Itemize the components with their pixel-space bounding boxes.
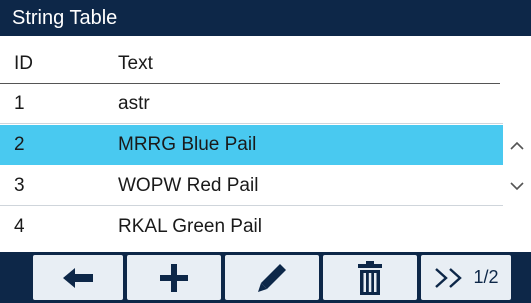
chevron-down-icon	[510, 182, 524, 191]
softkey-toolbar: 1/2	[0, 252, 531, 303]
pencil-icon	[258, 263, 286, 292]
row-divider	[0, 205, 503, 206]
row-id: 4	[14, 216, 25, 237]
add-button[interactable]	[126, 252, 222, 303]
back-button[interactable]	[32, 252, 124, 303]
column-header-text: Text	[118, 53, 153, 74]
back-arrow-icon	[63, 267, 93, 288]
trash-icon	[358, 260, 382, 295]
table-row[interactable]: 1 astr	[0, 84, 503, 124]
column-header-id: ID	[14, 53, 33, 74]
plus-icon	[160, 263, 188, 292]
title-bar: String Table	[0, 0, 531, 36]
row-text: MRRG Blue Pail	[118, 134, 257, 155]
page-indicator: 1/2	[473, 267, 499, 287]
row-text: astr	[118, 93, 150, 114]
row-divider	[0, 123, 503, 124]
delete-button[interactable]	[322, 252, 418, 303]
scroll-up-button[interactable]	[503, 126, 531, 166]
scroll-down-button[interactable]	[503, 166, 531, 206]
row-id: 1	[14, 93, 25, 114]
row-id: 2	[14, 134, 25, 155]
double-chevron-right-icon	[435, 267, 463, 288]
table-header: ID Text	[0, 44, 503, 84]
chevron-up-icon	[510, 141, 524, 150]
edit-button[interactable]	[224, 252, 320, 303]
row-text: WOPW Red Pail	[118, 175, 259, 196]
table-row[interactable]: 3 WOPW Red Pail	[0, 166, 503, 206]
table-row-selected[interactable]: 2 MRRG Blue Pail	[0, 125, 503, 165]
table-row[interactable]: 4 RKAL Green Pail	[0, 207, 503, 247]
next-page-button[interactable]: 1/2	[420, 252, 512, 303]
row-text: RKAL Green Pail	[118, 216, 262, 237]
row-id: 3	[14, 175, 25, 196]
page-title: String Table	[12, 7, 118, 29]
